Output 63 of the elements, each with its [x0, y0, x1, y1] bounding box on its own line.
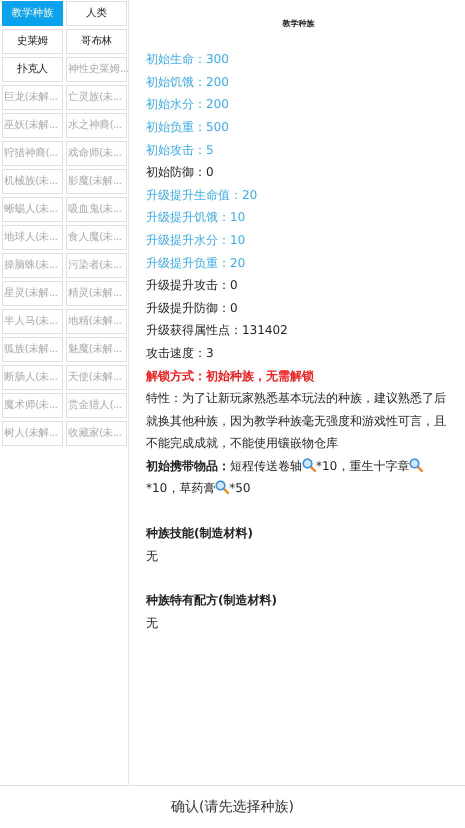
race-button[interactable]: 教学种族	[2, 1, 63, 26]
race-button[interactable]: 魅魔(未解...	[66, 337, 127, 362]
race-button[interactable]: 蜥蜴人(未...	[2, 197, 63, 222]
race-button[interactable]: 赏金猎人(...	[66, 393, 127, 418]
race-button[interactable]: 精灵(未解...	[66, 281, 127, 306]
section-heading: 种族技能(制造材料)	[146, 525, 253, 542]
magnifier-icon[interactable]	[215, 480, 230, 494]
item-count: *10，	[146, 481, 180, 496]
race-button[interactable]: 扑克人	[2, 57, 63, 82]
race-button[interactable]: 收藏家(未...	[66, 421, 127, 446]
race-button[interactable]: 吸血鬼(未...	[66, 197, 127, 222]
item-count: *10，	[316, 458, 350, 473]
magnifier-icon[interactable]	[409, 458, 424, 472]
trait-text: 特性：为了让新玩家熟悉基本玩法的种族，建议熟悉了后就换其他种族，因为教学种族毫无强度和游戏性可言，且不能完成成就，不能使用镶嵌物仓库	[146, 390, 447, 452]
race-button[interactable]: 半人马(未...	[2, 309, 63, 334]
stat-text: 升级提升攻击：0	[146, 277, 238, 294]
race-button[interactable]: 巨龙(未解...	[2, 85, 63, 110]
stat-text: 升级提升防御：0	[146, 300, 238, 317]
item-name: 重生十字章	[349, 458, 410, 473]
race-button[interactable]: 狩猎神裔(...	[2, 141, 63, 166]
stat-text: 初始饥饿：200	[146, 74, 229, 91]
stat-text: 初始水分：200	[146, 96, 229, 114]
item-name: 草药膏	[179, 481, 216, 496]
race-button[interactable]: 操脑蛛(未...	[2, 253, 63, 278]
race-button[interactable]: 机械族(未...	[2, 169, 63, 194]
stat-text: 升级提升负重：20	[146, 254, 246, 272]
section-heading: 种族特有配方(制造材料)	[146, 592, 277, 610]
item-count: *50	[229, 481, 251, 496]
race-button[interactable]: 魔术师(未...	[2, 393, 63, 418]
race-button[interactable]: 影魔(未解...	[66, 169, 127, 194]
stat-text: 升级获得属性点：131402	[146, 322, 288, 340]
stat-text: 升级提升水分：10	[146, 232, 246, 250]
race-button[interactable]: 哥布林	[66, 29, 127, 54]
race-button[interactable]: 水之神裔(...	[66, 113, 127, 138]
race-button[interactable]: 食人魔(未...	[66, 225, 127, 250]
race-button[interactable]: 树人(未解...	[2, 421, 63, 446]
item-name: 短程传送卷轴	[230, 458, 302, 473]
race-button[interactable]: 戏命师(未...	[66, 141, 127, 166]
items-label: 初始携带物品：	[146, 458, 230, 473]
race-button[interactable]: 神性史莱姆...	[66, 57, 127, 82]
race-button[interactable]: 亡灵族(未...	[66, 85, 127, 110]
magnifier-icon[interactable]	[302, 458, 316, 472]
stat-text: 攻击速度：3	[146, 345, 214, 362]
stat-text: 升级提升饥饿：10	[146, 209, 246, 226]
stat-text: 初始负重：500	[146, 119, 229, 136]
race-button[interactable]: 污染者(未...	[66, 253, 127, 278]
section-text: 无	[146, 614, 158, 632]
race-button[interactable]: 地精(未解...	[66, 309, 127, 334]
race-button[interactable]: 地球人(未...	[2, 225, 63, 250]
race-button[interactable]: 断肠人(未...	[2, 365, 63, 390]
race-button[interactable]: 天使(未解...	[66, 365, 127, 390]
section-text: 无	[146, 548, 158, 565]
race-title: 教学种族	[282, 18, 314, 30]
race-button[interactable]: 人类	[66, 1, 127, 26]
unlock-text: 解锁方式：初始种族，无需解锁	[146, 368, 314, 385]
stat-text: 初始生命：300	[146, 51, 229, 68]
race-button[interactable]: 巫妖(未解...	[2, 113, 63, 138]
stat-text: 升级提升生命值：20	[146, 186, 258, 204]
race-button[interactable]: 狐族(未解...	[2, 337, 63, 362]
race-button[interactable]: 史莱姆	[2, 29, 63, 54]
race-button[interactable]: 星灵(未解...	[2, 281, 63, 306]
stat-text: 初始攻击：5	[146, 142, 214, 159]
stat-text: 初始防御：0	[146, 164, 214, 182]
